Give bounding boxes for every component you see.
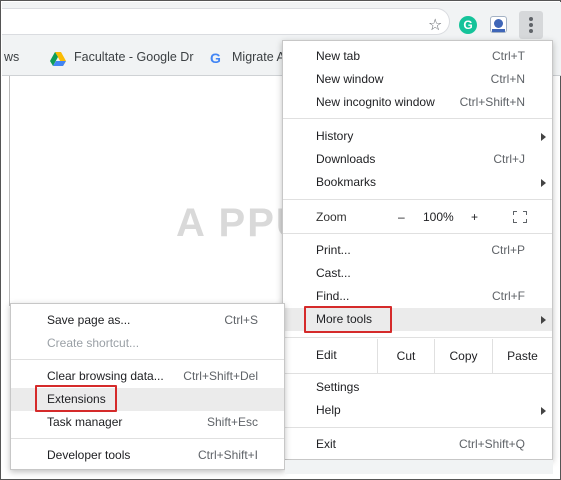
menu-item-new-window[interactable]: New window Ctrl+N [283, 68, 552, 91]
menu-item-history[interactable]: History [283, 125, 552, 148]
highlight-box-more-tools [304, 306, 392, 333]
menu-item-cast[interactable]: Cast... [283, 262, 552, 285]
zoom-level: 100% [423, 210, 454, 224]
menu-item-zoom: Zoom – 100% + [283, 206, 552, 229]
menu-item-settings[interactable]: Settings [283, 376, 552, 399]
toolbar: ☆ G [2, 2, 561, 40]
submenu-item-save-page[interactable]: Save page as... Ctrl+S [11, 309, 284, 332]
menu-item-new-incognito[interactable]: New incognito window Ctrl+Shift+N [283, 91, 552, 114]
edit-label: Edit [316, 348, 337, 362]
google-icon: G [210, 50, 221, 66]
submenu-arrow-icon [541, 179, 546, 187]
grammarly-extension-icon[interactable]: G [459, 16, 477, 34]
chrome-menu-button[interactable] [519, 11, 543, 39]
menu-separator [283, 373, 552, 374]
menu-separator [11, 359, 284, 360]
submenu-arrow-icon [541, 407, 546, 415]
menu-separator [283, 118, 552, 119]
edit-row: Edit Cut Copy Paste [283, 339, 552, 373]
menu-separator [283, 199, 552, 200]
address-bar[interactable] [2, 8, 450, 35]
menu-item-exit[interactable]: Exit Ctrl+Shift+Q [283, 433, 552, 456]
menu-separator [283, 233, 552, 234]
bookmark-migrate[interactable]: Migrate A [232, 50, 285, 64]
cut-button[interactable]: Cut [377, 339, 434, 373]
zoom-out-button[interactable]: – [398, 210, 405, 224]
bookmark-star-icon[interactable]: ☆ [428, 15, 442, 35]
chrome-main-menu: New tab Ctrl+T New window Ctrl+N New inc… [282, 40, 553, 460]
menu-item-print[interactable]: Print... Ctrl+P [283, 239, 552, 262]
bookmark-partial[interactable]: ws [4, 50, 19, 64]
menu-separator [283, 427, 552, 428]
submenu-arrow-icon [541, 316, 546, 324]
menu-item-downloads[interactable]: Downloads Ctrl+J [283, 148, 552, 171]
menu-item-help[interactable]: Help [283, 399, 552, 422]
highlight-box-extensions [35, 385, 117, 412]
browser-window: ☆ G ws Facultate - Google Dr G Migrate A… [0, 0, 561, 480]
extension-icon[interactable] [490, 16, 507, 33]
page-edge [9, 76, 10, 306]
menu-item-bookmarks[interactable]: Bookmarks [283, 171, 552, 194]
fullscreen-icon[interactable] [513, 211, 527, 223]
paste-button[interactable]: Paste [492, 339, 552, 373]
zoom-in-button[interactable]: + [471, 210, 478, 224]
menu-item-new-tab[interactable]: New tab Ctrl+T [283, 45, 552, 68]
copy-button[interactable]: Copy [434, 339, 492, 373]
more-tools-submenu: Save page as... Ctrl+S Create shortcut..… [10, 303, 285, 470]
menu-item-find[interactable]: Find... Ctrl+F [283, 285, 552, 308]
google-drive-icon [50, 52, 66, 66]
submenu-item-create-shortcut: Create shortcut... [47, 336, 140, 350]
bookmark-facultate[interactable]: Facultate - Google Dr [74, 50, 194, 64]
page-bottom-strip [285, 460, 553, 474]
submenu-arrow-icon [541, 133, 546, 141]
menu-separator [283, 337, 552, 338]
submenu-item-developer-tools[interactable]: Developer tools Ctrl+Shift+I [11, 444, 284, 467]
submenu-item-task-manager[interactable]: Task manager Shift+Esc [11, 411, 284, 434]
menu-separator [11, 438, 284, 439]
